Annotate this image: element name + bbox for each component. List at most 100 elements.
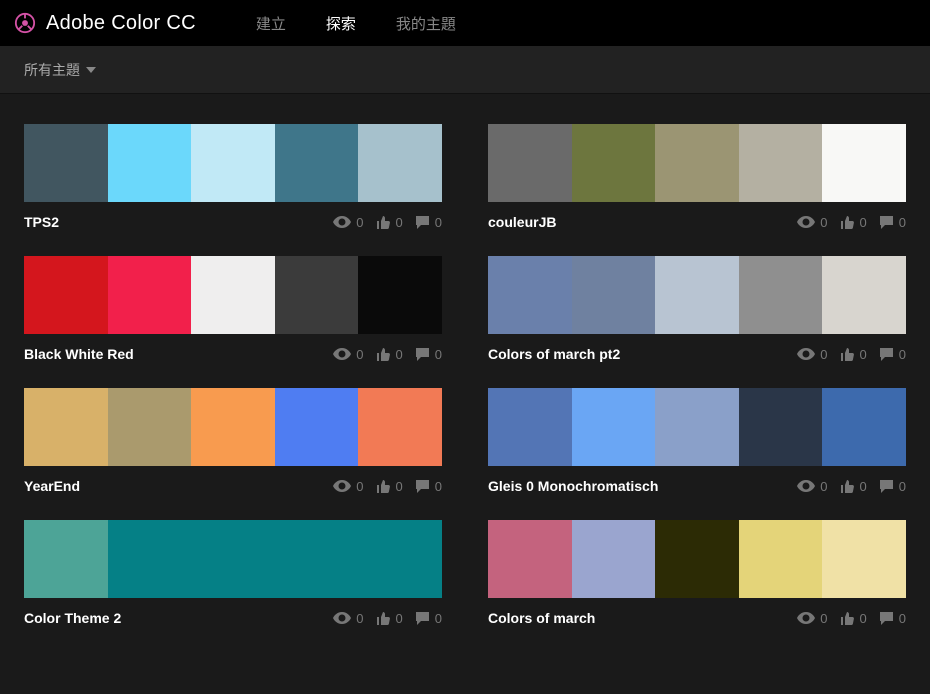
color-swatch[interactable] bbox=[108, 520, 442, 598]
color-swatch[interactable] bbox=[572, 520, 656, 598]
swatch-row[interactable] bbox=[24, 256, 442, 334]
theme-name[interactable]: TPS2 bbox=[24, 214, 59, 230]
views-stat[interactable]: 0 bbox=[333, 611, 363, 626]
swatch-row[interactable] bbox=[488, 124, 906, 202]
color-swatch[interactable] bbox=[655, 388, 739, 466]
comments-stat[interactable]: 0 bbox=[879, 347, 906, 362]
color-swatch[interactable] bbox=[24, 124, 108, 202]
color-swatch[interactable] bbox=[739, 388, 823, 466]
likes-stat[interactable]: 0 bbox=[840, 215, 867, 230]
comments-stat[interactable]: 0 bbox=[879, 215, 906, 230]
nav-create[interactable]: 建立 bbox=[236, 13, 306, 34]
filter-label: 所有主題 bbox=[24, 60, 80, 80]
color-swatch[interactable] bbox=[191, 124, 275, 202]
comments-stat[interactable]: 0 bbox=[879, 479, 906, 494]
comments-stat[interactable]: 0 bbox=[415, 611, 442, 626]
color-swatch[interactable] bbox=[108, 388, 192, 466]
color-swatch[interactable] bbox=[572, 256, 656, 334]
color-swatch[interactable] bbox=[275, 256, 359, 334]
color-swatch[interactable] bbox=[358, 256, 442, 334]
views-stat[interactable]: 0 bbox=[797, 347, 827, 362]
color-swatch[interactable] bbox=[655, 520, 739, 598]
color-swatch[interactable] bbox=[191, 256, 275, 334]
theme-name[interactable]: Gleis 0 Monochromatisch bbox=[488, 478, 658, 494]
color-swatch[interactable] bbox=[739, 520, 823, 598]
likes-stat[interactable]: 0 bbox=[376, 479, 403, 494]
color-swatch[interactable] bbox=[24, 388, 108, 466]
theme-card: Gleis 0 Monochromatisch000 bbox=[488, 388, 906, 496]
nav-my-themes[interactable]: 我的主題 bbox=[376, 13, 476, 34]
comment-icon bbox=[879, 611, 894, 626]
color-swatch[interactable] bbox=[739, 124, 823, 202]
comments-stat[interactable]: 0 bbox=[879, 611, 906, 626]
theme-name[interactable]: Color Theme 2 bbox=[24, 610, 121, 626]
stat-count: 0 bbox=[396, 347, 403, 362]
comments-stat[interactable]: 0 bbox=[415, 215, 442, 230]
theme-name[interactable]: YearEnd bbox=[24, 478, 80, 494]
likes-stat[interactable]: 0 bbox=[376, 611, 403, 626]
swatch-row[interactable] bbox=[24, 388, 442, 466]
color-swatch[interactable] bbox=[191, 388, 275, 466]
filter-dropdown[interactable]: 所有主題 bbox=[24, 60, 96, 80]
color-swatch[interactable] bbox=[488, 256, 572, 334]
color-swatch[interactable] bbox=[655, 124, 739, 202]
thumb-up-icon bbox=[376, 347, 391, 362]
color-swatch[interactable] bbox=[572, 388, 656, 466]
color-swatch[interactable] bbox=[488, 124, 572, 202]
comments-stat[interactable]: 0 bbox=[415, 479, 442, 494]
color-swatch[interactable] bbox=[488, 520, 572, 598]
color-swatch[interactable] bbox=[822, 388, 906, 466]
swatch-row[interactable] bbox=[488, 256, 906, 334]
color-swatch[interactable] bbox=[822, 124, 906, 202]
comment-icon bbox=[415, 347, 430, 362]
thumb-up-icon bbox=[376, 611, 391, 626]
views-stat[interactable]: 0 bbox=[333, 215, 363, 230]
color-swatch[interactable] bbox=[739, 256, 823, 334]
comment-icon bbox=[415, 479, 430, 494]
filter-bar: 所有主題 bbox=[0, 46, 930, 94]
theme-stats: 000 bbox=[333, 611, 442, 626]
theme-name[interactable]: couleurJB bbox=[488, 214, 556, 230]
color-swatch[interactable] bbox=[358, 124, 442, 202]
views-stat[interactable]: 0 bbox=[797, 479, 827, 494]
app-title: Adobe Color CC bbox=[46, 12, 196, 35]
color-swatch[interactable] bbox=[655, 256, 739, 334]
likes-stat[interactable]: 0 bbox=[840, 479, 867, 494]
color-swatch[interactable] bbox=[108, 124, 192, 202]
theme-name[interactable]: Black White Red bbox=[24, 346, 134, 362]
swatch-row[interactable] bbox=[488, 520, 906, 598]
color-swatch[interactable] bbox=[24, 256, 108, 334]
color-swatch[interactable] bbox=[275, 388, 359, 466]
views-stat[interactable]: 0 bbox=[333, 479, 363, 494]
color-swatch[interactable] bbox=[358, 388, 442, 466]
color-swatch[interactable] bbox=[572, 124, 656, 202]
views-stat[interactable]: 0 bbox=[333, 347, 363, 362]
thumb-up-icon bbox=[840, 215, 855, 230]
theme-stats: 000 bbox=[797, 347, 906, 362]
theme-name[interactable]: Colors of march pt2 bbox=[488, 346, 620, 362]
eye-icon bbox=[333, 216, 351, 228]
stat-count: 0 bbox=[396, 479, 403, 494]
comments-stat[interactable]: 0 bbox=[415, 347, 442, 362]
likes-stat[interactable]: 0 bbox=[840, 347, 867, 362]
color-swatch[interactable] bbox=[488, 388, 572, 466]
views-stat[interactable]: 0 bbox=[797, 215, 827, 230]
color-swatch[interactable] bbox=[822, 520, 906, 598]
likes-stat[interactable]: 0 bbox=[840, 611, 867, 626]
color-swatch[interactable] bbox=[108, 256, 192, 334]
color-swatch[interactable] bbox=[275, 124, 359, 202]
color-swatch[interactable] bbox=[822, 256, 906, 334]
swatch-row[interactable] bbox=[488, 388, 906, 466]
likes-stat[interactable]: 0 bbox=[376, 215, 403, 230]
views-stat[interactable]: 0 bbox=[797, 611, 827, 626]
stat-count: 0 bbox=[435, 215, 442, 230]
theme-stats: 000 bbox=[333, 215, 442, 230]
swatch-row[interactable] bbox=[24, 520, 442, 598]
stat-count: 0 bbox=[899, 347, 906, 362]
swatch-row[interactable] bbox=[24, 124, 442, 202]
theme-name[interactable]: Colors of march bbox=[488, 610, 595, 626]
color-swatch[interactable] bbox=[24, 520, 108, 598]
nav-explore[interactable]: 探索 bbox=[306, 13, 376, 34]
likes-stat[interactable]: 0 bbox=[376, 347, 403, 362]
stat-count: 0 bbox=[860, 611, 867, 626]
